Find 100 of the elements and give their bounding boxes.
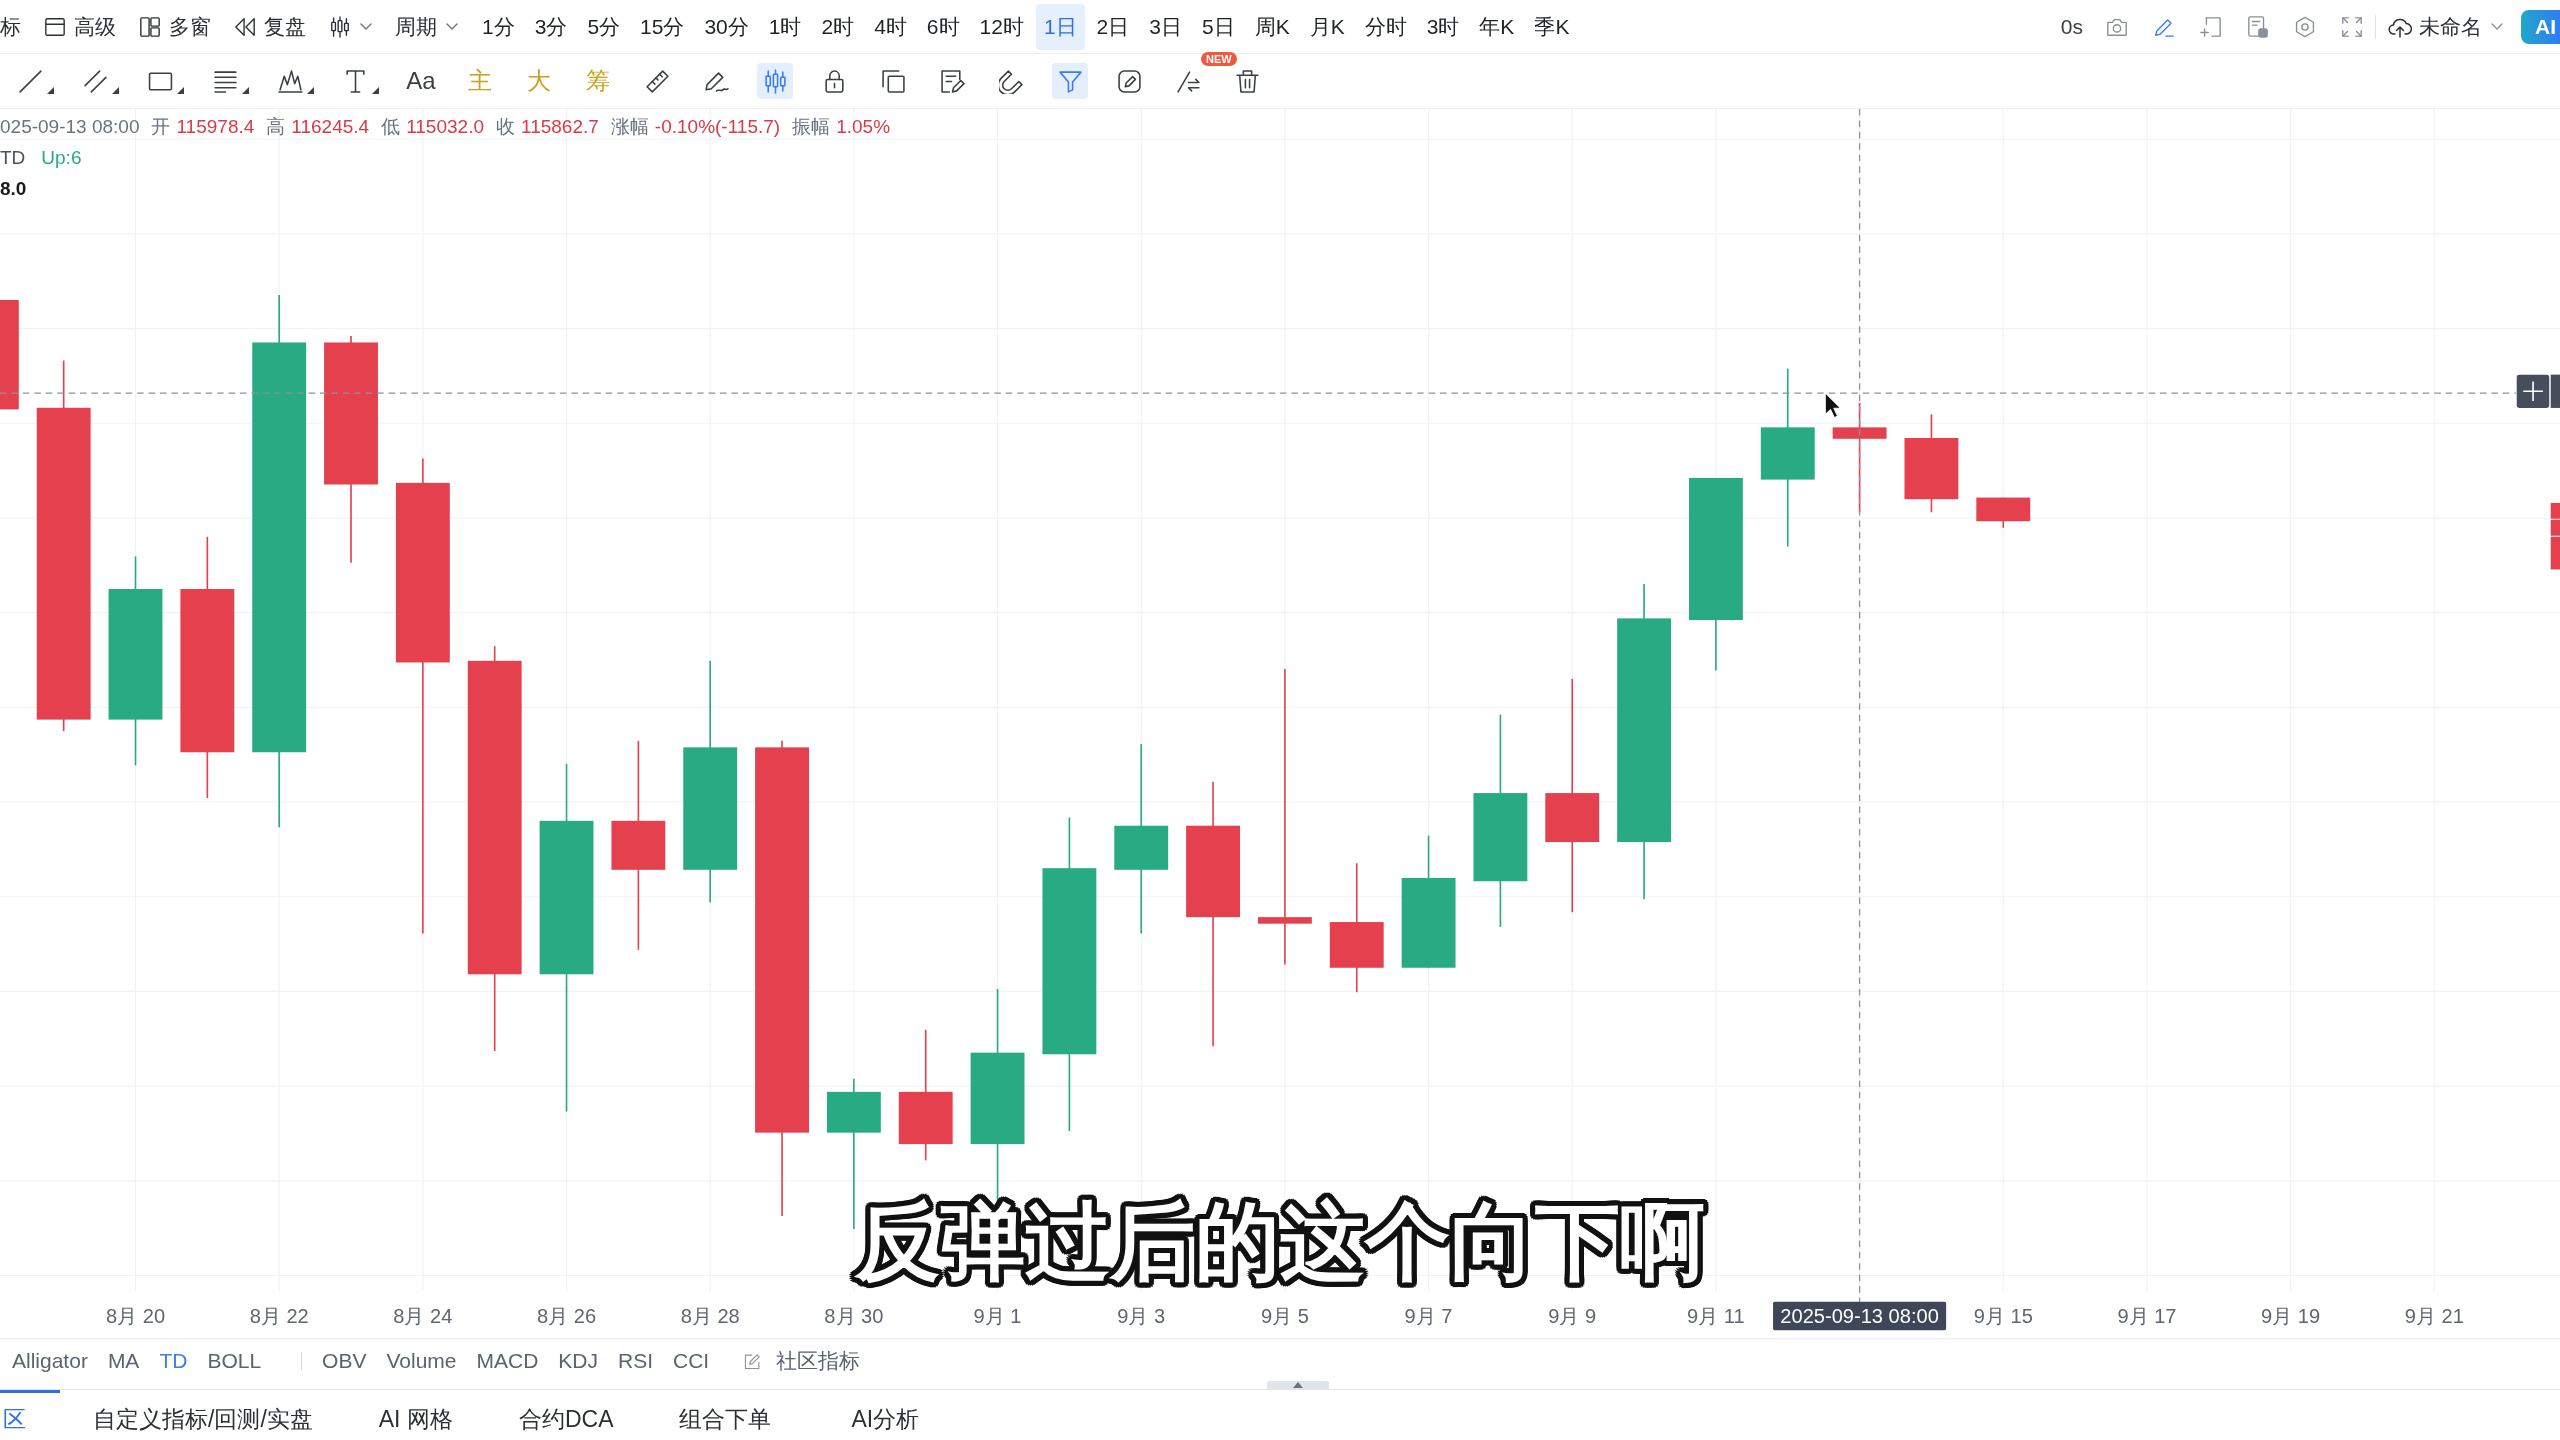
toolbar-button[interactable]: 高级: [44, 4, 116, 49]
line-arrows-icon: [1175, 68, 1201, 94]
x-axis-label: 8月 30: [824, 1304, 884, 1327]
x-axis-label: 9月 1: [973, 1304, 1022, 1327]
x-axis-label: 9月 3: [1117, 1304, 1166, 1327]
toolbar-button[interactable]: 标: [0, 4, 21, 49]
magnet-icon: [998, 68, 1024, 94]
layout-menu-button[interactable]: 未命名: [2388, 12, 2503, 41]
timestamp-text: 025-09-13 08:00: [0, 115, 140, 139]
bottom-tab[interactable]: AI分析: [818, 1390, 953, 1440]
toolbar-icon-button[interactable]: [2247, 15, 2269, 38]
text-tool-icon: [343, 68, 368, 94]
indicator-button[interactable]: Alligator: [12, 1349, 88, 1373]
ohlc-label: 低: [381, 115, 401, 139]
ohlc-label: 振幅: [792, 115, 831, 139]
edit-icon: [744, 1352, 762, 1370]
indicator-button[interactable]: CCI: [673, 1349, 710, 1373]
new-badge: NEW: [1201, 52, 1237, 66]
indicator-button[interactable]: Volume: [386, 1349, 457, 1373]
note-edit-icon: [939, 68, 965, 94]
x-axis-label: 8月 20: [105, 1304, 166, 1327]
toolbar-button[interactable]: 复盘: [234, 4, 306, 49]
indicator-button[interactable]: KDJ: [558, 1349, 598, 1373]
collapse-handle[interactable]: [1267, 1381, 1329, 1389]
ohlc-value: 115032.0: [406, 115, 484, 139]
x-axis-label: 9月 15: [1973, 1304, 2033, 1327]
ohlc-value: 115862.7: [521, 115, 599, 139]
period-button[interactable]: 季K: [1526, 3, 1578, 50]
chevron-down-icon: [2491, 23, 2503, 30]
period-button[interactable]: 5分: [579, 3, 629, 50]
ohlc-value: 1.05%: [836, 115, 891, 139]
ohlc-value: 116245.4: [291, 115, 370, 139]
ohlc-label: 收: [496, 115, 515, 139]
diagonal-line-icon: [18, 68, 43, 94]
x-axis-label: 8月 28: [680, 1304, 740, 1327]
x-axis-label: 9月 19: [2261, 1304, 2321, 1327]
indicator-button[interactable]: OBV: [322, 1349, 367, 1373]
period-button[interactable]: 3日: [1141, 3, 1190, 50]
toolbar-icon-button[interactable]: [2294, 15, 2316, 38]
period-button[interactable]: 3分: [526, 3, 576, 50]
x-axis-label: 9月 21: [2404, 1304, 2464, 1327]
x-axis-label: 9月 11: [1687, 1304, 1745, 1327]
copy-icon: [880, 68, 906, 94]
toolbar-button[interactable]: 多窗: [139, 4, 211, 49]
period-button[interactable]: 1分: [474, 3, 523, 50]
rewind-icon: [234, 15, 256, 38]
ohlc-label: 开: [151, 115, 171, 139]
x-axis-label: 9月 17: [2117, 1304, 2177, 1327]
period-button[interactable]: 2日: [1088, 3, 1138, 50]
crosshair-time-label: 2025-09-13 08:00: [1773, 1301, 1947, 1331]
horizontal-lines-icon: [213, 68, 238, 94]
indicator-button[interactable]: MA: [107, 1349, 140, 1373]
period-button[interactable]: 4时: [866, 3, 915, 50]
filter-icon: [1057, 68, 1083, 94]
period-button[interactable]: 6时: [918, 3, 968, 50]
period-button[interactable]: 2时: [813, 3, 863, 50]
settings-icon: [2294, 15, 2316, 38]
period-button[interactable]: 12时: [971, 3, 1032, 50]
text-tool-button[interactable]: Aa: [403, 63, 439, 99]
indicator-reading: 8.0: [0, 177, 27, 201]
indicator-button[interactable]: BOLL: [207, 1349, 262, 1373]
period-button[interactable]: 5日: [1193, 3, 1243, 50]
countdown-text: 0s: [2060, 14, 2083, 39]
bottom-tab[interactable]: 合约DCA: [485, 1390, 647, 1440]
edit-square-icon: [1116, 68, 1142, 94]
indicator-button[interactable]: MACD: [476, 1349, 539, 1373]
parallel-lines-icon: [83, 68, 108, 94]
period-button[interactable]: 分时: [1356, 3, 1415, 50]
caret-up-icon: [1293, 1382, 1303, 1388]
period-button[interactable]: 月K: [1301, 3, 1353, 50]
candles-icon: [762, 68, 788, 94]
x-axis-label: 9月 5: [1260, 1304, 1309, 1327]
period-button[interactable]: 1日: [1035, 3, 1085, 50]
indicator-button[interactable]: RSI: [618, 1349, 654, 1373]
period-button[interactable]: 年K: [1471, 3, 1523, 50]
x-axis-label: 9月 7: [1404, 1304, 1453, 1327]
x-axis-label: 9月 9: [1548, 1304, 1597, 1327]
period-button[interactable]: 3时: [1418, 3, 1468, 50]
bottom-tab[interactable]: 自定义指标/回测/实盘: [60, 1390, 346, 1440]
document-icon: [2247, 15, 2269, 38]
bottom-tab[interactable]: 组合下单: [646, 1390, 805, 1440]
period-button[interactable]: 15分: [632, 3, 693, 50]
x-axis-label: 8月 26: [537, 1304, 597, 1327]
period-button[interactable]: 30分: [696, 3, 757, 50]
trash-icon: [1234, 68, 1260, 94]
toolbar-icon-button[interactable]: [2341, 15, 2363, 38]
bottom-tab[interactable]: AI 网格: [345, 1390, 486, 1440]
ohlc-value: 115978.4: [176, 115, 255, 139]
period-button[interactable]: 周K: [1246, 3, 1298, 50]
bottom-tab[interactable]: 区: [0, 1390, 60, 1440]
toolbar-button[interactable]: 周期: [395, 4, 458, 49]
ohlc-label: 涨幅: [610, 115, 649, 139]
period-button[interactable]: 1时: [760, 3, 810, 50]
ohlc-label: 高: [266, 115, 286, 139]
candles-icon: [329, 15, 351, 38]
indicator-name: TD: [0, 146, 26, 170]
toolbar-icon-button[interactable]: [2200, 15, 2222, 38]
zigzag-icon: [278, 68, 303, 94]
indicator-button[interactable]: TD: [159, 1349, 188, 1373]
community-indicators-button[interactable]: 社区指标: [744, 1347, 861, 1375]
